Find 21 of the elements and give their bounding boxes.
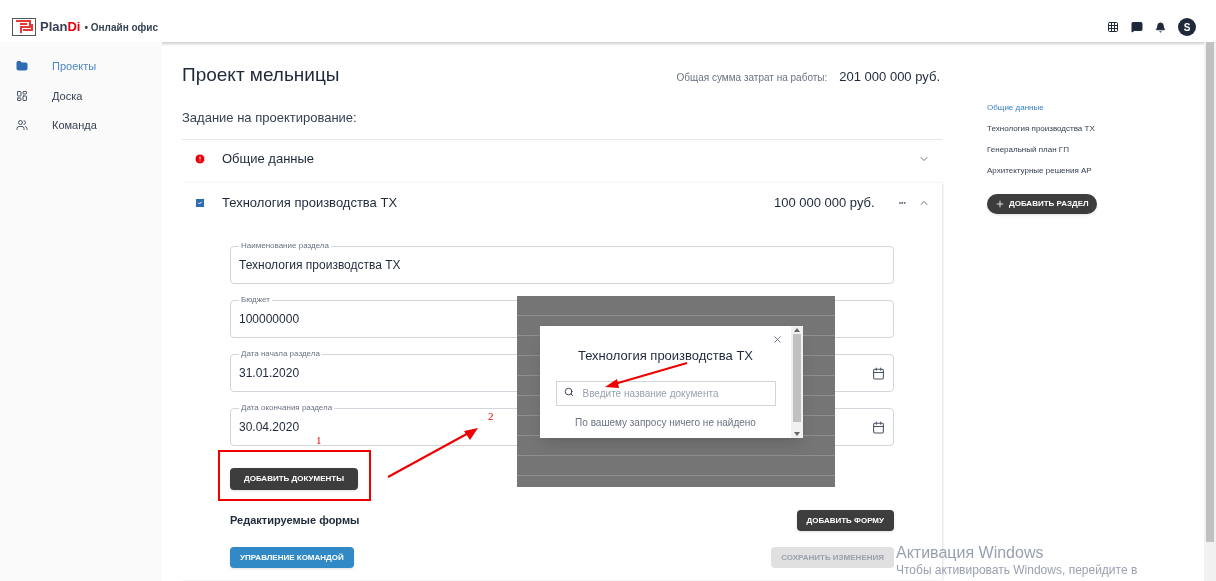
field-value: Технология производства ТХ	[239, 257, 401, 274]
field-label: Наименование раздела	[239, 240, 331, 252]
brand-name: PlanDi	[40, 18, 81, 37]
total-label: Общая сумма затрат на работы:	[676, 71, 828, 85]
field-value: 30.04.2020	[239, 419, 300, 436]
field-label: Бюджет	[239, 294, 272, 306]
field-label: Дата начала раздела	[239, 348, 322, 360]
field-label: Дата окончания раздела	[239, 402, 335, 414]
annotation-number: 1	[316, 433, 322, 448]
dialog-title: Технология производства ТХ	[577, 347, 754, 365]
windows-activation-text: Чтобы активировать Windows, перейдите в	[896, 563, 1138, 578]
empty-message: По вашему запросу ничего не найдено	[575, 415, 756, 430]
field-value: 31.01.2020	[239, 365, 300, 382]
subtitle: Задание на проектирование:	[182, 108, 358, 127]
field-value: 100000000	[239, 311, 300, 328]
forms-label: Редактируемые формы	[230, 513, 360, 529]
project-title: Проект мельницы	[182, 63, 340, 87]
windows-activation-title: Активация Windows	[896, 543, 1045, 563]
annotation-number: 2	[488, 409, 494, 424]
total-value: 201 000 000 руб.	[839, 68, 940, 86]
brand-tagline: • Онлайн офис	[84, 20, 158, 35]
